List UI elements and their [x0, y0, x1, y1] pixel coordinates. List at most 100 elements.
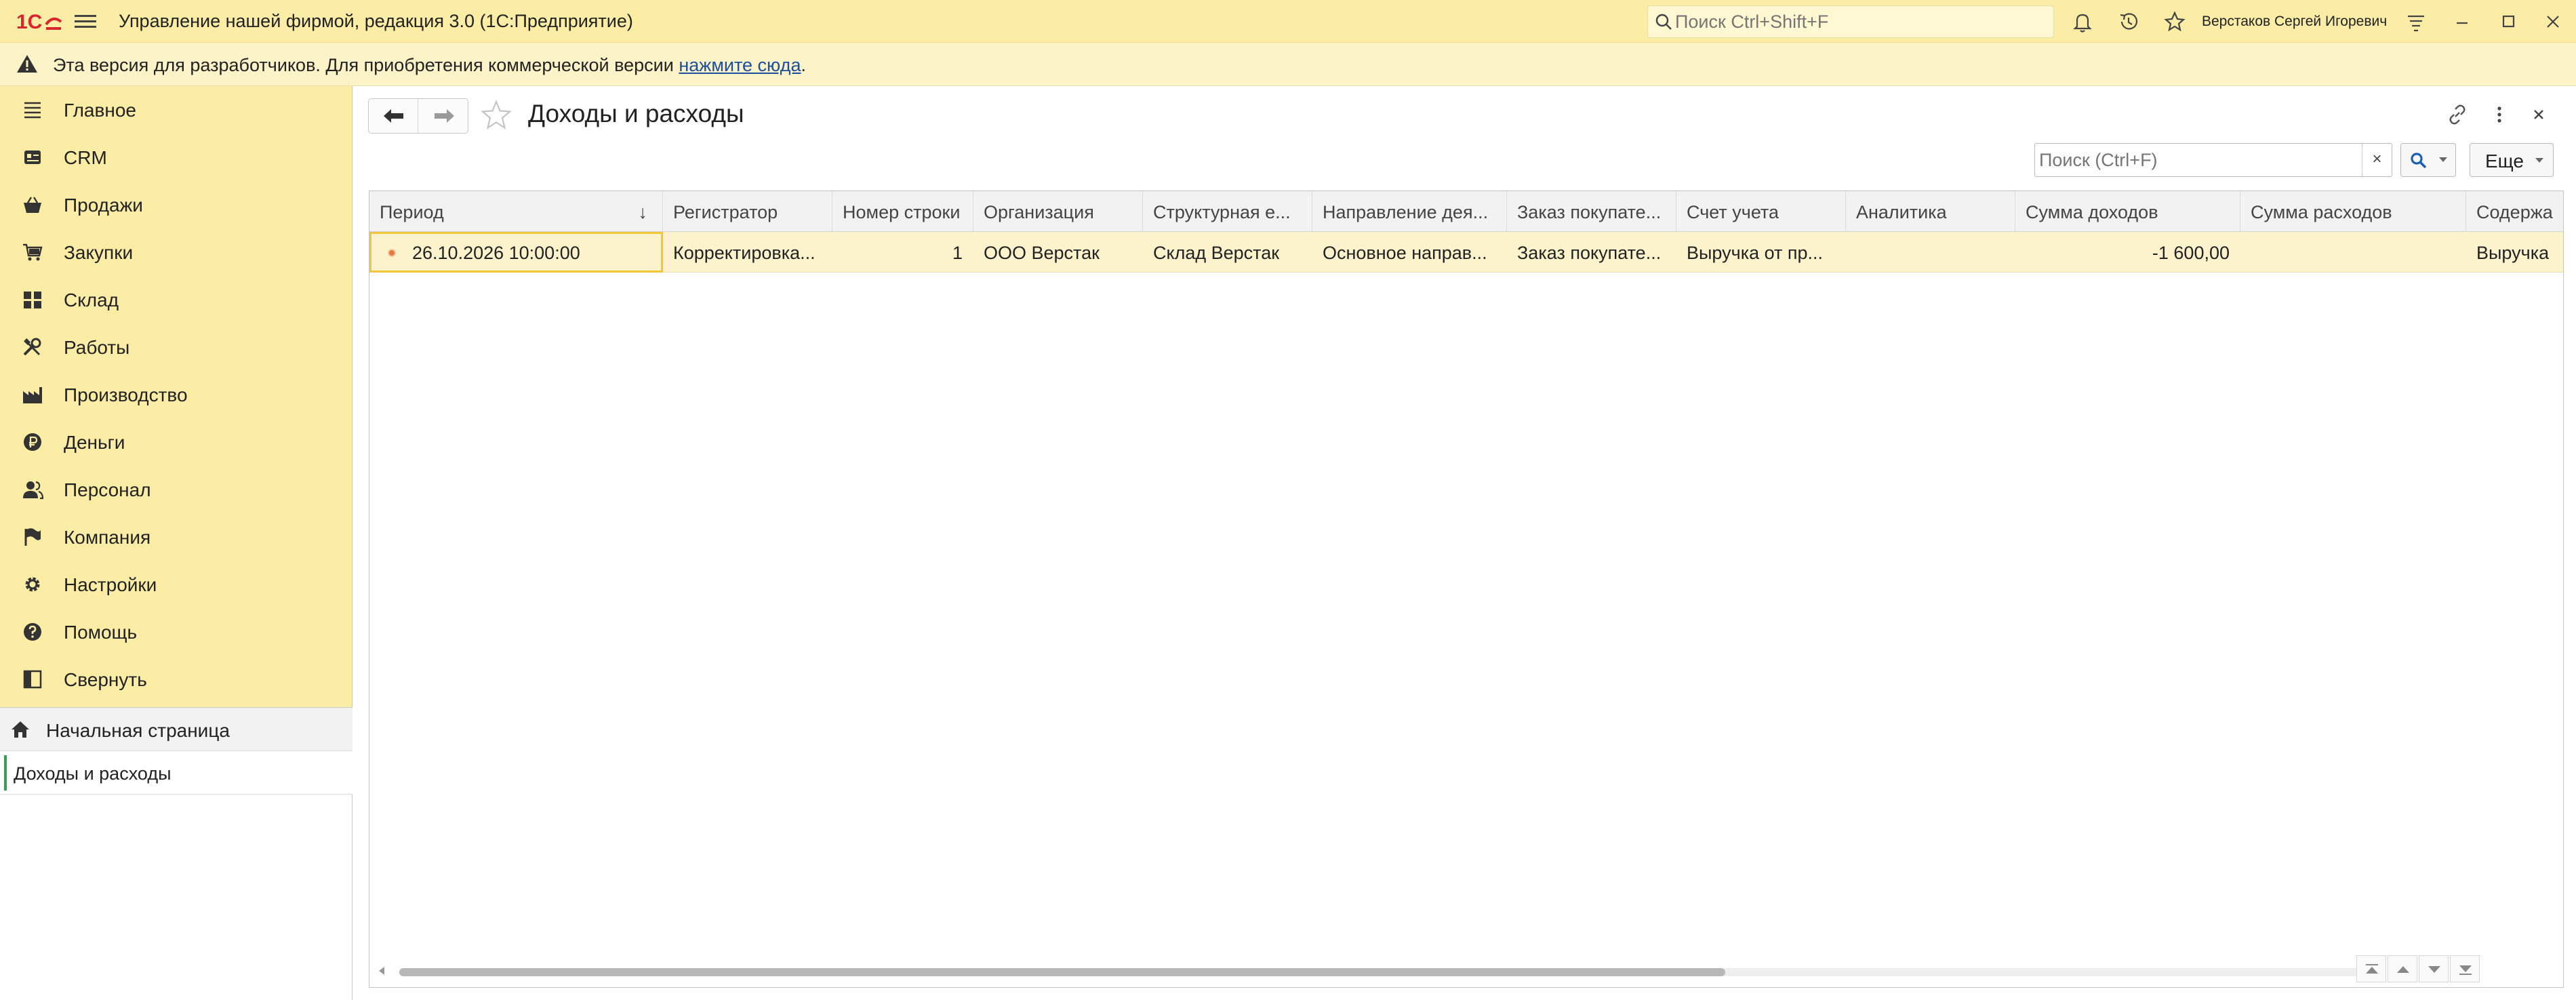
search-options-button[interactable]: [2400, 143, 2456, 177]
column-header[interactable]: Структурная е...: [1143, 191, 1312, 232]
column-header[interactable]: Аналитика: [1846, 191, 2015, 232]
sidebar-item-label: Работы: [64, 337, 130, 358]
sidebar-item-label: Продажи: [64, 195, 143, 216]
page-title: Доходы и расходы: [528, 100, 744, 127]
more-actions-icon[interactable]: [2487, 102, 2512, 127]
page-down-button[interactable]: [2419, 955, 2449, 982]
sidebar-item-production[interactable]: Производство: [0, 371, 353, 418]
favorites-star-icon[interactable]: [2162, 9, 2187, 34]
sidebar-item-label: Свернуть: [64, 669, 147, 690]
more-button[interactable]: Еще: [2470, 143, 2554, 177]
column-header-label: Аналитика: [1856, 202, 1947, 222]
clear-search-button[interactable]: ×: [2362, 144, 2392, 176]
column-header[interactable]: Сумма расходов: [2240, 191, 2466, 232]
column-header-label: Заказ покупате...: [1517, 202, 1662, 222]
table-cell[interactable]: [1846, 232, 2015, 273]
table-cell[interactable]: Основное направ...: [1312, 232, 1507, 273]
column-header[interactable]: Сумма доходов: [2015, 191, 2240, 232]
sidebar-item-purchases[interactable]: Закупки: [0, 228, 353, 276]
cell-value: ООО Верстак: [984, 243, 1100, 263]
flag-icon: [24, 528, 41, 546]
sidebar-item-works[interactable]: Работы: [0, 323, 353, 371]
sidebar-item-company[interactable]: Компания: [0, 513, 353, 561]
table-cell[interactable]: Склад Верстак: [1143, 232, 1312, 273]
list-search-input[interactable]: [2039, 148, 2358, 172]
global-search-input[interactable]: [1675, 10, 2041, 33]
close-form-icon[interactable]: [2527, 102, 2551, 127]
main-menu-icon[interactable]: [75, 12, 96, 32]
developer-version-text: Эта версия для разработчиков. Для приобр…: [53, 55, 806, 76]
sidebar-item-label: Компания: [64, 527, 151, 548]
table-cell[interactable]: Выручка: [2466, 232, 2563, 273]
column-header[interactable]: Направление дея...: [1312, 191, 1507, 232]
cell-value: Основное направ...: [1323, 243, 1487, 263]
link-icon[interactable]: [2445, 102, 2470, 127]
open-windows-panel: Начальная страница Доходы и расходы: [0, 707, 353, 1000]
add-to-favorites-star-icon[interactable]: [479, 98, 513, 132]
sidebar-item-collapse[interactable]: Свернуть: [0, 656, 353, 703]
sidebar-item-money[interactable]: Деньги: [0, 418, 353, 466]
scroll-to-bottom-button[interactable]: [2450, 955, 2480, 982]
table-cell[interactable]: Выручка от пр...: [1676, 232, 1846, 273]
column-header[interactable]: Номер строки: [832, 191, 973, 232]
bell-icon[interactable]: [2070, 9, 2095, 34]
sidebar-item-label: Главное: [64, 100, 136, 121]
close-window-icon[interactable]: [2541, 9, 2565, 34]
sidebar-item-crm[interactable]: CRM: [0, 134, 353, 181]
table-cell[interactable]: ООО Верстак: [973, 232, 1143, 273]
records-table: Период ↓ Регистратор Номер строки Организаци…: [369, 191, 2564, 988]
column-header[interactable]: Организация: [973, 191, 1143, 232]
minimize-icon[interactable]: [2450, 9, 2474, 34]
current-cell[interactable]: 26.10.2026 10:00:00: [369, 232, 663, 273]
column-header[interactable]: Содержа: [2466, 191, 2563, 232]
back-button[interactable]: [369, 99, 418, 133]
cell-value: Корректировка...: [673, 243, 816, 263]
sidebar-item-main[interactable]: Главное: [0, 86, 353, 134]
buy-commercial-link[interactable]: нажмите сюда: [679, 55, 801, 75]
sidebar-item-help[interactable]: Помощь: [0, 608, 353, 656]
scroll-thumb[interactable]: [399, 968, 1725, 976]
search-icon: [2411, 153, 2427, 169]
sidebar-item-sales[interactable]: Продажи: [0, 181, 353, 228]
column-header[interactable]: Период ↓: [369, 191, 663, 232]
cell-value: Выручка: [2476, 243, 2550, 263]
home-page-tab[interactable]: Начальная страница: [0, 707, 353, 751]
scroll-track[interactable]: [399, 968, 2379, 976]
sidebar-item-label: Помощь: [64, 622, 138, 643]
sort-desc-icon[interactable]: ↓: [639, 202, 648, 223]
table-row[interactable]: 26.10.2026 10:00:00 Корректировка... 1 ООО …: [369, 232, 2563, 273]
forward-button[interactable]: [419, 99, 468, 133]
sidebar-item-warehouse[interactable]: Склад: [0, 276, 353, 323]
info-message: Эта версия для разработчиков. Для приобр…: [53, 55, 679, 75]
sidebar-item-staff[interactable]: Персонал: [0, 466, 353, 513]
column-header[interactable]: Заказ покупате...: [1507, 191, 1676, 232]
1c-logo-icon[interactable]: 1С: [16, 8, 62, 35]
global-search[interactable]: [1647, 5, 2054, 38]
history-icon[interactable]: [2116, 9, 2141, 34]
open-page-tab[interactable]: Доходы и расходы: [0, 751, 353, 795]
column-header-label: Сумма доходов: [2026, 202, 2158, 222]
column-header[interactable]: Регистратор: [663, 191, 832, 232]
page-up-button[interactable]: [2388, 955, 2417, 982]
table-cell[interactable]: 1: [832, 232, 973, 273]
list-search[interactable]: ×: [2034, 143, 2392, 177]
sidebar-item-settings[interactable]: Настройки: [0, 561, 353, 608]
scroll-left-icon[interactable]: [379, 967, 384, 975]
user-name[interactable]: Верстаков Сергей Игоревич: [2202, 14, 2387, 30]
column-header-label: Содержа: [2476, 202, 2553, 222]
settings-menu-icon[interactable]: [2404, 9, 2428, 34]
column-header-label: Направление дея...: [1323, 202, 1489, 222]
warehouse-icon: [24, 292, 41, 308]
column-header-label: Структурная е...: [1153, 202, 1291, 222]
table-cell[interactable]: -1 600,00: [2015, 232, 2240, 273]
maximize-icon[interactable]: [2496, 9, 2520, 34]
column-header[interactable]: Счет учета: [1676, 191, 1846, 232]
table-cell[interactable]: Заказ покупате...: [1507, 232, 1676, 273]
sidebar-item-label: Персонал: [64, 479, 151, 500]
cell-value: 1: [952, 243, 963, 263]
basket-icon: [24, 197, 41, 213]
table-cell[interactable]: [2240, 232, 2466, 273]
table-cell[interactable]: Корректировка...: [663, 232, 832, 273]
scroll-to-top-button[interactable]: [2356, 955, 2386, 982]
horizontal-scrollbar[interactable]: [369, 957, 2563, 987]
